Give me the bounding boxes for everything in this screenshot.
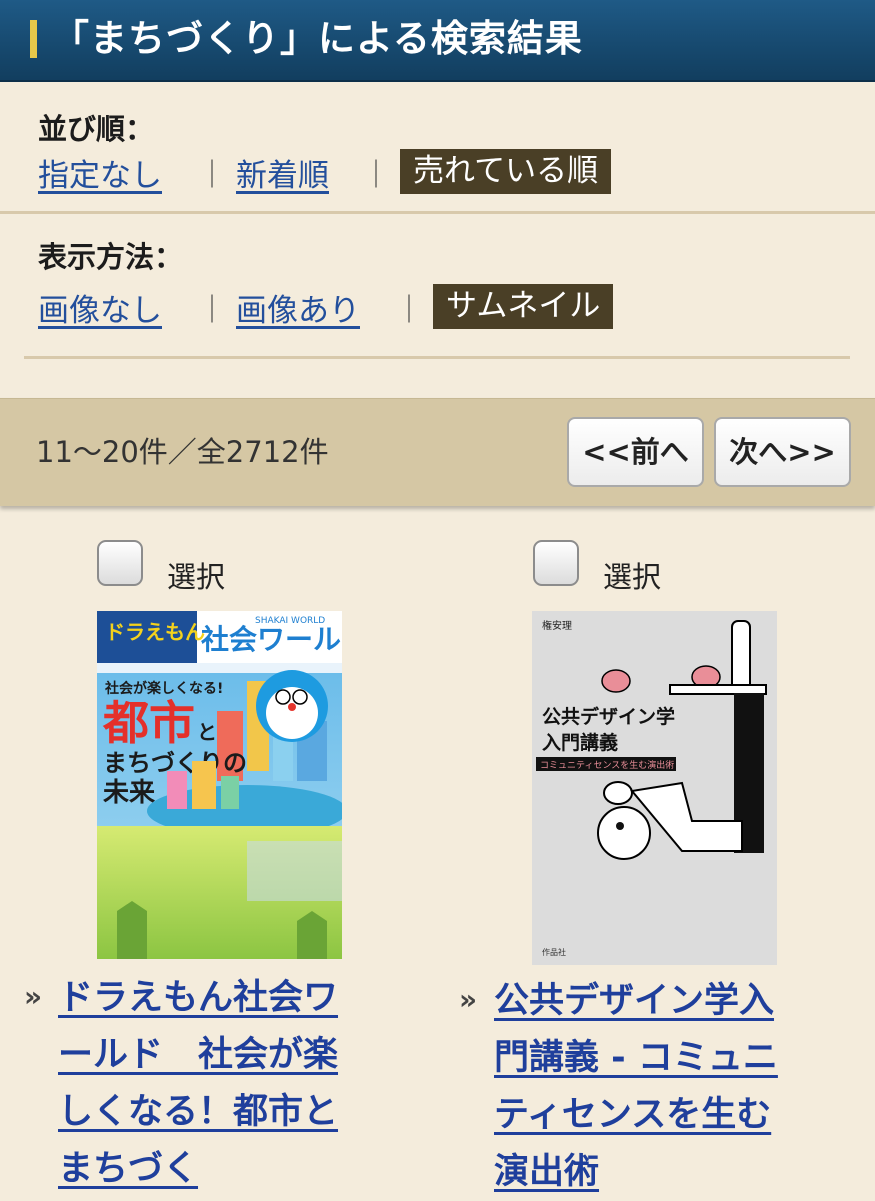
cover-publisher: 作品社 xyxy=(542,947,566,957)
display-option-thumbnail-active[interactable]: サムネイル xyxy=(433,284,614,329)
select-checkbox[interactable] xyxy=(533,540,579,586)
cover-title-line2: 入門講義 xyxy=(542,731,618,754)
book-cover-image[interactable]: ドラえもん 社会ワールド SHAKAI WORLD 社会が楽しくなる! 都市 と… xyxy=(97,611,342,959)
select-label: 選択 xyxy=(167,560,226,594)
sort-separator: ｜ xyxy=(362,158,391,191)
cover-author: 権安理 xyxy=(542,619,572,632)
result-title-link[interactable]: 公共デザイン学入門講義 - コミュニティセンスを生む演出術 xyxy=(494,973,794,1201)
section-divider xyxy=(0,211,875,214)
select-checkbox[interactable] xyxy=(97,540,143,586)
display-label: 表示方法： xyxy=(38,240,184,274)
page-title: 「まちづくり」による検索結果 xyxy=(52,17,583,60)
chevron-right-icon: » xyxy=(459,983,478,1016)
select-label: 選択 xyxy=(603,560,662,594)
sort-option-none[interactable]: 指定なし xyxy=(38,150,162,195)
header-accent-bar xyxy=(30,20,37,58)
display-option-with-image[interactable]: 画像あり xyxy=(236,285,360,330)
result-title-link[interactable]: ドラえもん社会ワールド 社会が楽しくなる！都市とまちづく xyxy=(58,970,348,1198)
display-separator: ｜ xyxy=(395,293,424,326)
book-cover-image[interactable]: 権安理 公共デザイン学 入門講義 コミュニティセンスを生む演出術 作品社 xyxy=(532,611,777,965)
results-header: 「まちづくり」による検索結果 xyxy=(0,0,875,82)
display-separator: ｜ xyxy=(198,293,227,326)
sort-label: 並び順： xyxy=(38,112,155,146)
pager-bar: 11〜20件／全2712件 <<前へ 次へ>> xyxy=(0,398,875,506)
cover-title-main: 都市 xyxy=(102,696,195,750)
cover-series: ドラえもん xyxy=(105,620,205,644)
section-divider xyxy=(24,356,850,359)
book-cover-public-design: 権安理 公共デザイン学 入門講義 コミュニティセンスを生む演出術 作品社 xyxy=(532,611,777,965)
cover-title-to: と xyxy=(197,720,217,744)
cover-tagline: 社会が楽しくなる! xyxy=(104,680,223,697)
sort-option-newest[interactable]: 新着順 xyxy=(236,150,329,195)
cover-title-line1: 公共デザイン学 xyxy=(542,705,675,728)
cover-series-label: 社会ワールド xyxy=(201,623,342,656)
next-page-button[interactable]: 次へ>> xyxy=(714,417,851,487)
book-cover-doraemon: ドラえもん 社会ワールド SHAKAI WORLD 社会が楽しくなる! 都市 と… xyxy=(97,611,342,959)
display-option-no-image[interactable]: 画像なし xyxy=(38,285,162,330)
sort-option-bestselling-active[interactable]: 売れている順 xyxy=(400,149,612,194)
sort-separator: ｜ xyxy=(198,158,227,191)
cover-series-en: SHAKAI WORLD xyxy=(255,616,325,626)
chevron-right-icon: » xyxy=(24,980,43,1013)
cover-subtitle: コミュニティセンスを生む演出術 xyxy=(540,759,674,771)
result-count: 11〜20件／全2712件 xyxy=(36,435,329,469)
cover-title-end: 未来 xyxy=(103,778,156,808)
prev-page-button[interactable]: <<前へ xyxy=(567,417,704,487)
